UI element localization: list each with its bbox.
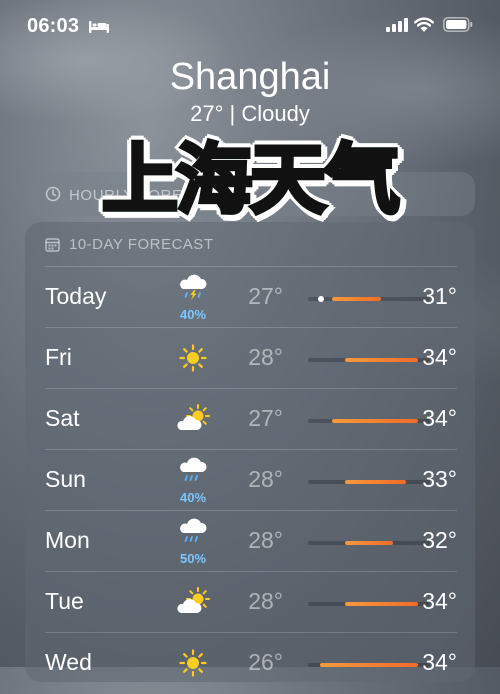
- forecast-row-tue[interactable]: Tue 28° 34°: [45, 571, 457, 633]
- hourly-forecast-card[interactable]: HOURLY FORECAST: [25, 172, 475, 216]
- temp-range-fill: [344, 541, 394, 545]
- weather-icon-wrap: 40%: [173, 450, 213, 511]
- temp-range-bar: [308, 663, 430, 667]
- high-temp: 34°: [422, 588, 457, 614]
- current-conditions: 27° | Cloudy: [190, 101, 310, 126]
- temp-range-fill: [344, 480, 406, 484]
- low-temp: 28°: [248, 344, 283, 370]
- day-label: Fri: [45, 344, 72, 370]
- partly-cloudy-icon: [175, 587, 211, 622]
- temp-range-fill: [344, 358, 418, 362]
- partly-cloudy-icon: [175, 404, 211, 439]
- day-label: Mon: [45, 527, 90, 553]
- forecast-row-fri[interactable]: Fri 28° 34°: [45, 327, 457, 389]
- day-label: Today: [45, 283, 107, 309]
- forecast-row-mon[interactable]: Mon 50% 28° 32°: [45, 510, 457, 572]
- temp-range-fill: [332, 297, 382, 301]
- low-temp: 28°: [248, 466, 283, 492]
- weather-icon-wrap: 40%: [173, 267, 213, 328]
- high-temp: 34°: [422, 649, 457, 675]
- low-temp: 27°: [248, 405, 283, 431]
- battery-icon: [443, 17, 473, 32]
- forecast-title: 10-DAY FORECAST: [69, 236, 214, 253]
- precip-chance: 40%: [179, 307, 207, 322]
- clock-icon: [45, 186, 61, 202]
- temp-range-bar: [308, 541, 430, 545]
- precip-chance: 40%: [179, 490, 207, 505]
- weather-icon-wrap: [173, 572, 213, 633]
- temp-range-fill: [332, 419, 418, 423]
- day-label: Tue: [45, 588, 84, 614]
- weather-icon-wrap: [173, 389, 213, 450]
- day-label: Wed: [45, 649, 92, 675]
- precip-chance: 50%: [179, 551, 207, 566]
- temp-range-bar: [308, 480, 430, 484]
- low-temp: 27°: [248, 283, 283, 309]
- signal-icon: [386, 18, 408, 32]
- forecast-row-today[interactable]: Today 40% 27° 31°: [45, 266, 457, 328]
- temp-range-bar: [308, 419, 430, 423]
- thunderstorm-icon: [178, 274, 208, 309]
- high-temp: 32°: [422, 527, 457, 553]
- high-temp: 34°: [422, 405, 457, 431]
- sun-icon: [178, 648, 208, 683]
- temp-range-fill: [344, 602, 418, 606]
- low-temp: 26°: [248, 649, 283, 675]
- high-temp: 33°: [422, 466, 457, 492]
- low-temp: 28°: [248, 588, 283, 614]
- city-name: Shanghai: [169, 56, 331, 98]
- current-temp-dot: [318, 296, 325, 302]
- temp-range-bar: [308, 602, 430, 606]
- rain-icon: [178, 457, 208, 492]
- status-bar: 06:03: [0, 0, 500, 50]
- weather-icon-wrap: [173, 633, 213, 694]
- wifi-icon: [414, 17, 434, 32]
- forecast-row-wed[interactable]: Wed 26° 34°: [45, 632, 457, 694]
- day-label: Sat: [45, 405, 80, 431]
- forecast-row-sun[interactable]: Sun 40% 28° 33°: [45, 449, 457, 511]
- high-temp: 31°: [422, 283, 457, 309]
- forecast-row-sat[interactable]: Sat 27° 34°: [45, 388, 457, 450]
- day-label: Sun: [45, 466, 86, 492]
- calendar-icon: [45, 238, 60, 252]
- rain-icon: [178, 518, 208, 553]
- hourly-forecast-label: HOURLY FORECAST: [69, 187, 225, 204]
- low-temp: 28°: [248, 527, 283, 553]
- temp-range-fill: [320, 663, 418, 667]
- temp-range-bar: [308, 358, 430, 362]
- temp-range-bar: [308, 296, 430, 302]
- high-temp: 34°: [422, 344, 457, 370]
- weather-icon-wrap: 50%: [173, 511, 213, 572]
- sun-icon: [178, 343, 208, 378]
- weather-icon-wrap: [173, 328, 213, 389]
- ten-day-forecast-card[interactable]: 10-DAY FORECAST Today 40% 27° 31° Fri 28° 34° S…: [25, 222, 475, 682]
- bed-icon: [89, 21, 109, 33]
- status-time: 06:03: [27, 15, 80, 37]
